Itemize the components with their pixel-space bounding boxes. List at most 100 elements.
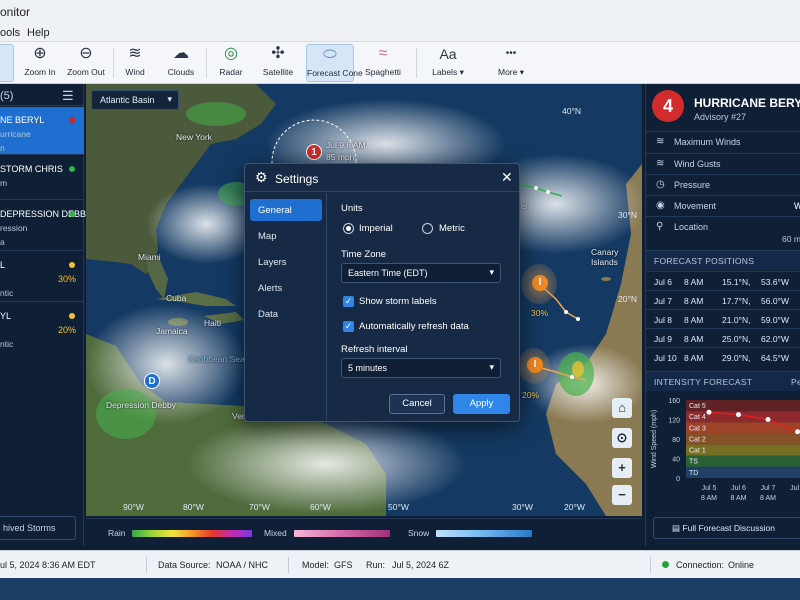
- hamburger-menu-icon[interactable]: ☰: [62, 88, 74, 104]
- radar-icon: ◎: [224, 45, 238, 62]
- locate-icon: ⊙: [616, 430, 628, 445]
- depression-marker-debby[interactable]: D: [144, 373, 160, 389]
- category-band-label: Cat 1: [689, 448, 706, 455]
- forecast-positions-header: FORECAST POSITIONS: [646, 250, 800, 270]
- forecast-day: Jul 10: [654, 353, 677, 363]
- intensity-forecast-header: INTENSITY FORECAST Pea: [646, 371, 800, 391]
- detail-row-gusts: ≋ Wind Gusts: [646, 153, 800, 174]
- country-label: Haiti: [204, 318, 222, 328]
- timezone-select[interactable]: Eastern Time (EDT) ▾: [341, 263, 501, 283]
- storm-item-chris[interactable]: STORM CHRIS m: [0, 156, 84, 200]
- lon-label: 50°W: [388, 502, 409, 512]
- archived-storms-button[interactable]: hived Storms: [0, 516, 76, 540]
- metric-radio[interactable]: [422, 223, 433, 234]
- close-icon[interactable]: ✕: [501, 169, 513, 186]
- forecast-lat: 21.0°N,: [722, 315, 751, 325]
- storm-item-invest-30[interactable]: L 30% ntic: [0, 252, 84, 302]
- category-badge: 4: [652, 90, 684, 122]
- radar-button[interactable]: ◎ Radar: [208, 44, 254, 82]
- tab-alerts[interactable]: Alerts: [250, 277, 322, 299]
- basin-dropdown[interactable]: Atlantic Basin ▾: [91, 90, 179, 110]
- refresh-interval-select[interactable]: 5 minutes ▾: [341, 358, 501, 378]
- location-icon: ⚲: [656, 221, 664, 232]
- status-model: GFS: [334, 560, 353, 570]
- show-labels-label[interactable]: Show storm labels: [359, 296, 437, 307]
- storm-item-beryl[interactable]: NE BERYL urricane n: [0, 107, 84, 155]
- tab-map[interactable]: Map: [250, 225, 322, 247]
- intensity-point: [795, 429, 800, 435]
- select-tool-button[interactable]: [0, 44, 14, 82]
- hurricane-marker-beryl[interactable]: 1: [306, 144, 322, 160]
- forecast-lon: 59.0°W: [761, 315, 789, 325]
- home-button[interactable]: ⌂: [612, 398, 632, 418]
- detail-row-location: ⚲ Location: [646, 216, 800, 250]
- storm-label: Depression Debby: [106, 400, 176, 410]
- y-tick-label: 0: [676, 476, 680, 483]
- menu-tools[interactable]: ools: [0, 27, 20, 39]
- forecast-discussion-button[interactable]: ▤ Full Forecast Discussion: [653, 517, 800, 539]
- spaghetti-button[interactable]: ≈ Spaghetti: [360, 44, 406, 82]
- forecast-lon: 56.0°W: [761, 296, 789, 306]
- x-tick-label: Jul 8: [790, 485, 800, 492]
- more-icon: •••: [505, 48, 517, 59]
- storm-item-debby[interactable]: DEPRESSION DEBBY ression a: [0, 201, 92, 251]
- y-tick-label: 160: [668, 398, 680, 405]
- forecast-row: Jul 9 8 AM 25.0°N, 62.0°W: [646, 328, 800, 347]
- storm-item-invest-20[interactable]: YL 20% ntic: [0, 303, 84, 353]
- lon-label: 80°W: [183, 502, 204, 512]
- forecast-time: 8 AM: [684, 353, 704, 363]
- auto-refresh-label[interactable]: Automatically refresh data: [359, 321, 469, 332]
- status-dot: [69, 262, 75, 268]
- auto-refresh-checkbox[interactable]: ✓: [343, 321, 354, 332]
- category-band-label: Cat 4: [689, 414, 706, 421]
- forecast-cone-button[interactable]: ⬭ Forecast Cone: [306, 44, 363, 82]
- legend-rain-bar: [132, 530, 252, 537]
- y-tick-label: 40: [672, 457, 680, 464]
- imperial-radio[interactable]: [343, 223, 354, 234]
- zoom-out-button[interactable]: ⊖ Zoom Out: [63, 44, 109, 82]
- cancel-button[interactable]: Cancel: [389, 394, 445, 414]
- legend-mixed-bar: [294, 530, 390, 537]
- menu-help[interactable]: Help: [27, 27, 50, 39]
- tab-general[interactable]: General: [250, 199, 322, 221]
- home-icon: ⌂: [618, 400, 626, 415]
- minus-icon: −: [618, 487, 626, 502]
- forecast-time: 8 AM: [684, 315, 704, 325]
- more-button[interactable]: ••• More ▾: [488, 44, 534, 82]
- settings-nav: General Map Layers Alerts Data: [245, 193, 327, 421]
- tab-data[interactable]: Data: [250, 303, 322, 325]
- map-zoom-out-button[interactable]: −: [612, 485, 632, 505]
- invest-marker-30[interactable]: I: [532, 275, 548, 291]
- labels-button[interactable]: Aa Labels ▾: [425, 44, 471, 82]
- intensity-point: [765, 417, 771, 422]
- invest-marker-20[interactable]: I: [527, 357, 543, 373]
- locate-button[interactable]: ⊙: [612, 428, 632, 448]
- forecast-time: 8 AM: [684, 277, 704, 287]
- legend-mixed-label: Mixed: [264, 528, 287, 538]
- zoom-in-button[interactable]: ⊕ Zoom In: [17, 44, 63, 82]
- x-tick-sublabel: 8 AM: [701, 495, 717, 502]
- category-band-label: Cat 3: [689, 425, 706, 432]
- y-tick-label: 80: [672, 437, 680, 444]
- chevron-down-icon: ▾: [519, 67, 525, 77]
- category-band-label: Cat 2: [689, 436, 706, 443]
- tab-layers[interactable]: Layers: [250, 251, 322, 273]
- satellite-button[interactable]: ✣ Satellite: [255, 44, 301, 82]
- connection-status: Online: [728, 560, 755, 570]
- metric-label[interactable]: Metric: [439, 223, 465, 234]
- place-label: Islands: [591, 257, 618, 267]
- country-label: Cuba: [166, 293, 187, 303]
- show-labels-checkbox[interactable]: ✓: [343, 296, 354, 307]
- legend-snow-bar: [436, 530, 532, 537]
- city-label: Miami: [138, 252, 161, 262]
- lat-label: 30°N: [618, 210, 637, 220]
- clouds-button[interactable]: ☁ Clouds: [158, 44, 204, 82]
- imperial-label[interactable]: Imperial: [359, 223, 393, 234]
- wind-button[interactable]: ≋ Wind: [112, 44, 158, 82]
- apply-button[interactable]: Apply: [453, 394, 510, 414]
- map-zoom-in-button[interactable]: +: [612, 458, 632, 478]
- forecast-day: Jul 6: [654, 277, 672, 287]
- lon-label: 60°W: [310, 502, 331, 512]
- storm-name: HURRICANE BERYL: [694, 96, 800, 110]
- timezone-label: Time Zone: [341, 249, 387, 260]
